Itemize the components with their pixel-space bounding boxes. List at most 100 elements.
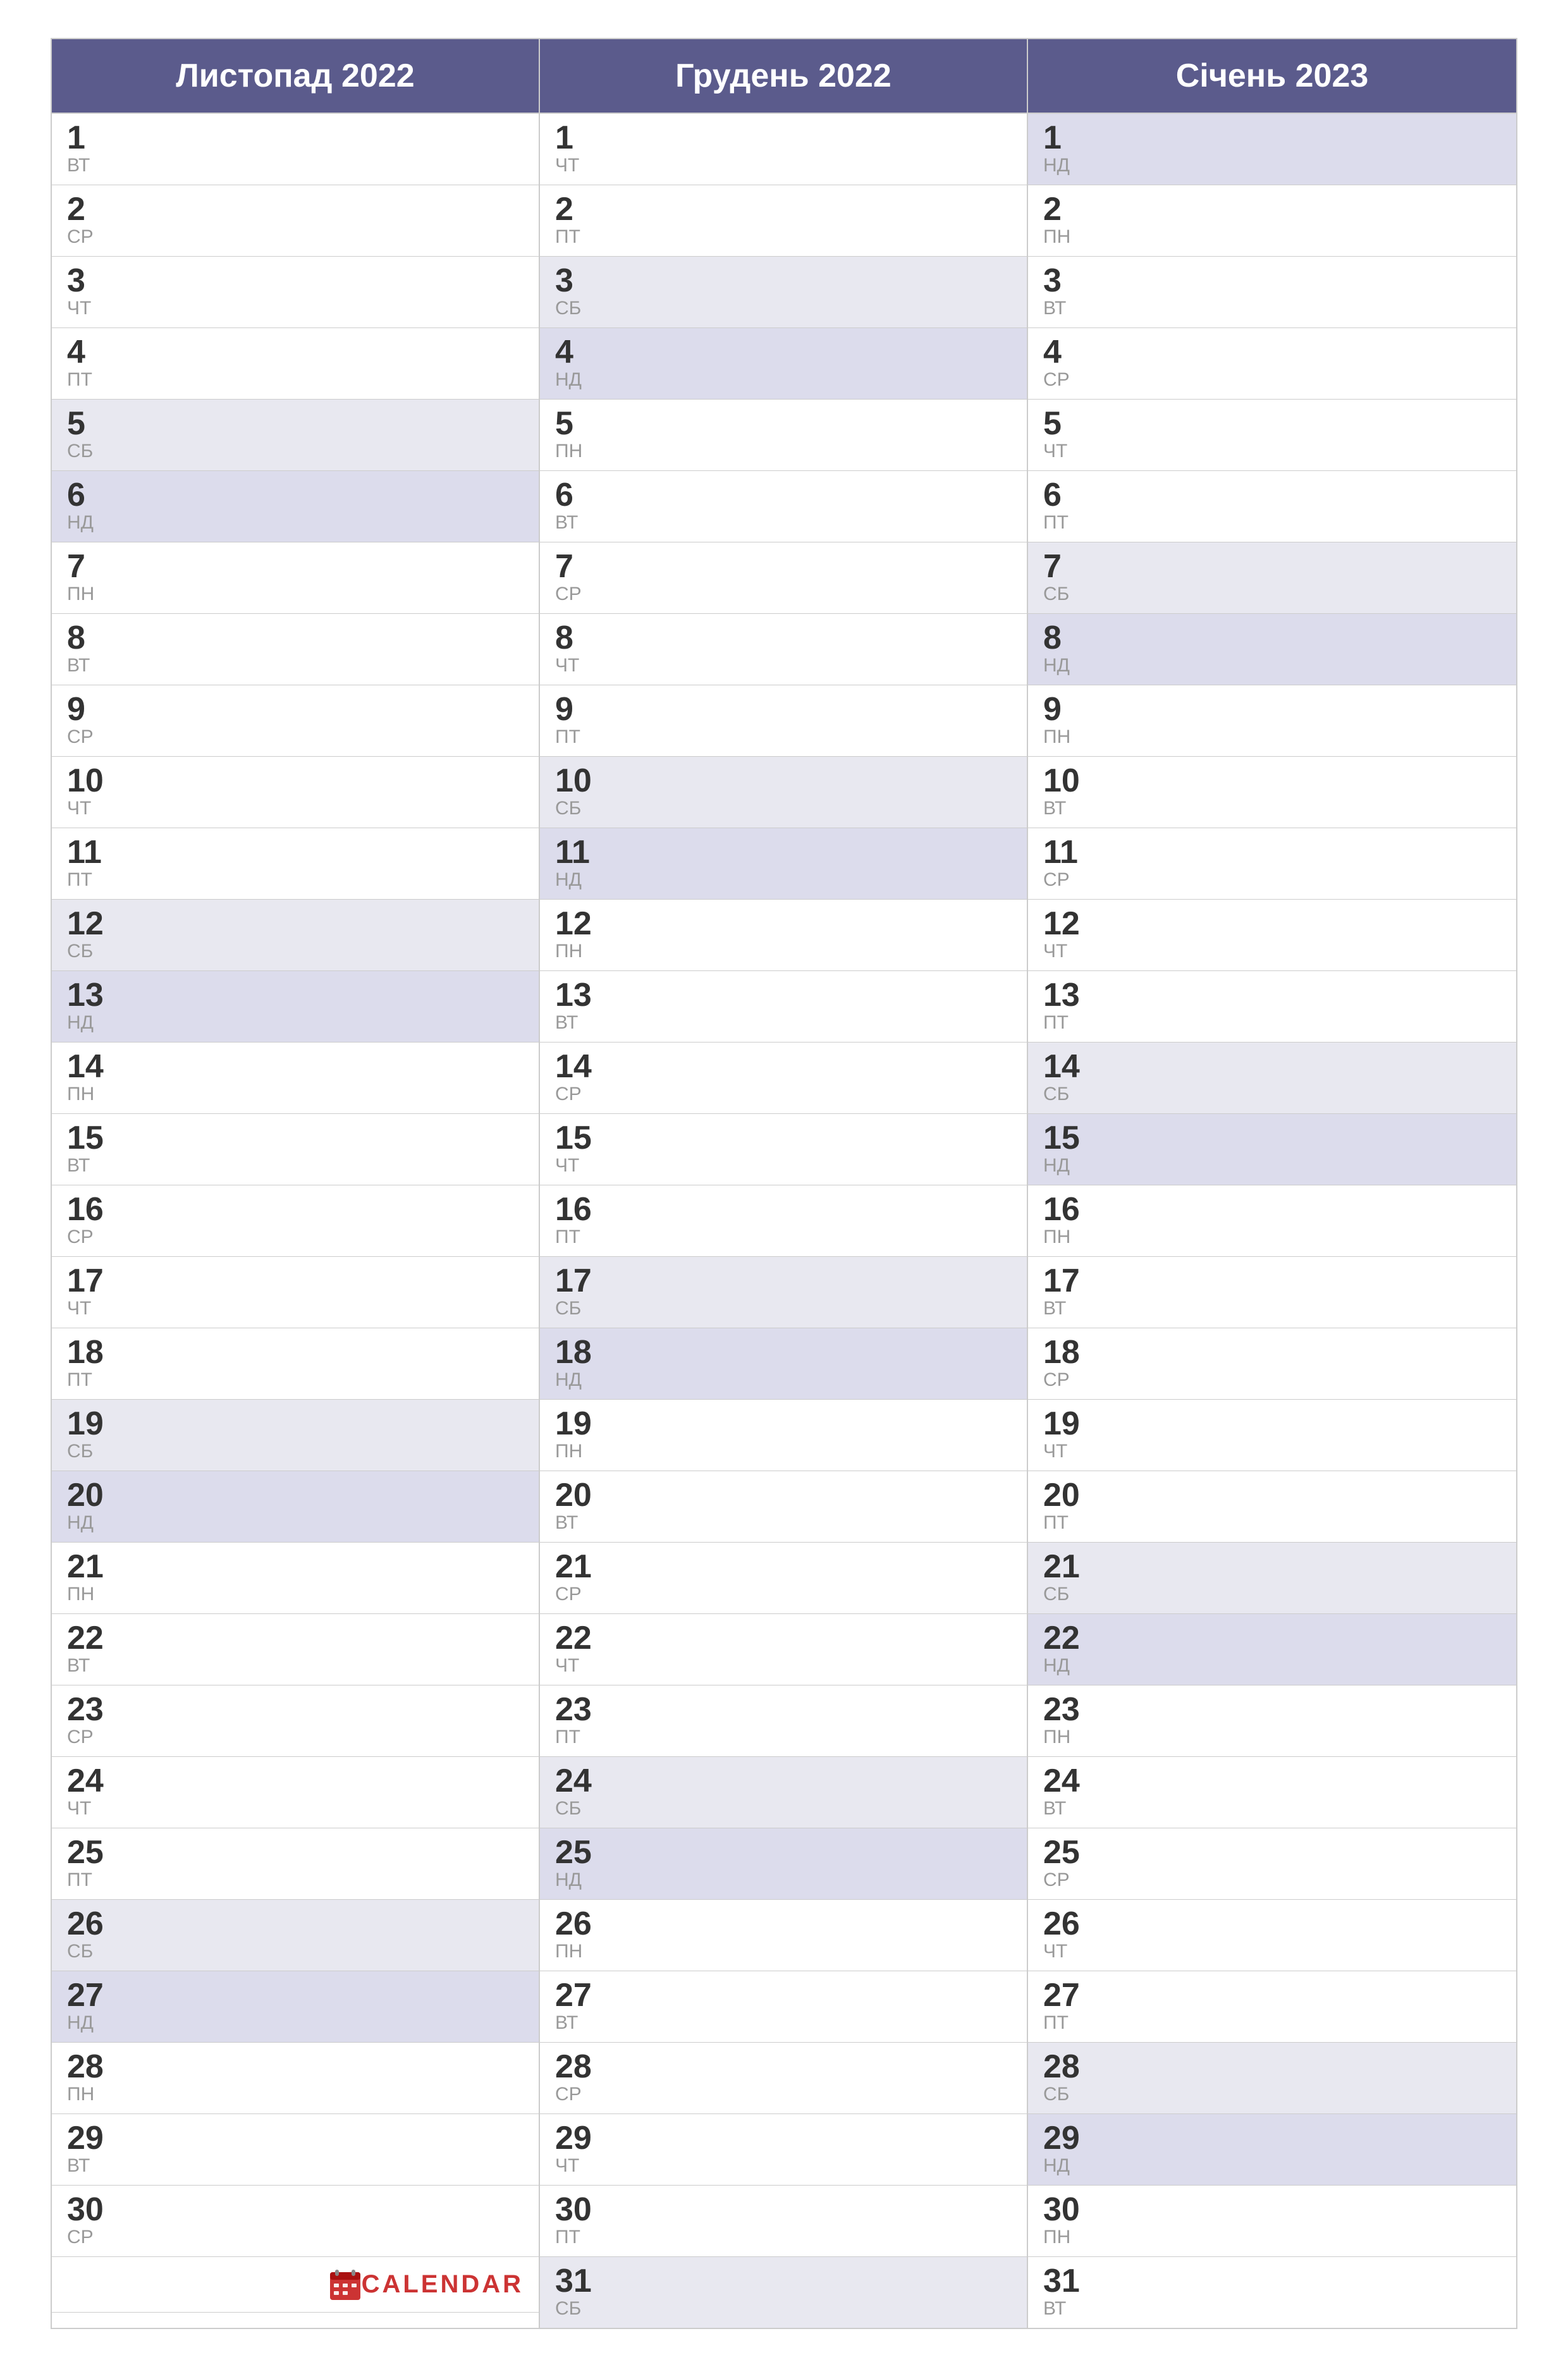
day-cell: 15НД [1043, 1122, 1080, 1177]
day-abbr: ПН [1043, 2226, 1070, 2249]
day-row: 30ПН [1028, 2186, 1516, 2257]
day-cell: 16ПН [1043, 1193, 1080, 1249]
day-cell: 10ЧТ [67, 764, 104, 820]
day-number: 7 [67, 550, 85, 583]
day-row: 5ПН [540, 400, 1027, 471]
day-cell: 14ПН [67, 1050, 104, 1106]
day-abbr: СБ [555, 1297, 581, 1320]
day-number: 19 [1043, 1407, 1080, 1440]
day-row: 27ВТ [540, 1971, 1027, 2043]
day-cell: 11СР [1043, 836, 1078, 891]
day-cell: 24ВТ [1043, 1765, 1080, 1820]
day-row: 12СБ [52, 900, 539, 971]
day-row: 20ВТ [540, 1471, 1027, 1543]
day-number: 20 [555, 1479, 592, 1512]
day-row: 12ПН [540, 900, 1027, 971]
day-row: 6ВТ [540, 471, 1027, 542]
day-abbr: ВТ [555, 2012, 578, 2034]
day-abbr: ПН [555, 940, 582, 963]
day-abbr: СР [1043, 869, 1070, 891]
day-cell: 29ВТ [67, 2122, 104, 2177]
day-cell: 21СБ [1043, 1550, 1080, 1606]
day-row: 3СБ [540, 257, 1027, 328]
day-abbr: ПН [1043, 1226, 1070, 1249]
day-cell: 30СР [67, 2193, 104, 2249]
day-number: 13 [1043, 979, 1080, 1012]
day-abbr: ПН [1043, 726, 1070, 749]
day-number: 21 [1043, 1550, 1080, 1583]
day-abbr: ВТ [1043, 1797, 1066, 1820]
day-row: 30ПТ [540, 2186, 1027, 2257]
day-row: 18СР [1028, 1328, 1516, 1400]
day-row: 4ПТ [52, 328, 539, 400]
day-abbr: ПТ [555, 726, 580, 749]
day-number: 17 [1043, 1264, 1080, 1297]
day-cell: 21ПН [67, 1550, 104, 1606]
day-row: 13НД [52, 971, 539, 1043]
day-row: 14ПН [52, 1043, 539, 1114]
day-number: 11 [1043, 836, 1078, 869]
day-cell: 13ВТ [555, 979, 592, 1034]
day-cell: 14СБ [1043, 1050, 1080, 1106]
day-row: 19СБ [52, 1400, 539, 1471]
day-cell: 26ПН [555, 1907, 592, 1963]
day-number: 30 [1043, 2193, 1080, 2226]
day-abbr: ПН [555, 1440, 582, 1463]
month-header-january: Січень 2023 [1028, 39, 1516, 114]
day-abbr: ПТ [67, 1869, 92, 1892]
day-cell: 28ПН [67, 2050, 104, 2106]
months-grid: Листопад 20221ВТ2СР3ЧТ4ПТ5СБ6НД7ПН8ВТ9СР… [51, 38, 1517, 2329]
day-cell: 2ПТ [555, 193, 580, 248]
day-abbr: СБ [555, 1797, 581, 1820]
day-number: 11 [555, 836, 590, 869]
day-abbr: НД [1043, 1654, 1070, 1677]
calendar-logo-text: CALENDAR [362, 2270, 524, 2299]
day-abbr: ПТ [555, 1226, 580, 1249]
day-row: 11СР [1028, 828, 1516, 900]
day-number: 18 [67, 1336, 104, 1369]
day-abbr: ЧТ [555, 154, 579, 177]
day-row: 29НД [1028, 2114, 1516, 2186]
day-row: 1ЧТ [540, 114, 1027, 185]
day-cell: 10СБ [555, 764, 592, 820]
day-row: 7СБ [1028, 542, 1516, 614]
day-number: 25 [1043, 1836, 1080, 1869]
day-abbr: НД [555, 869, 582, 891]
day-cell: 27ПТ [1043, 1979, 1080, 2034]
day-row: 16ПН [1028, 1185, 1516, 1257]
day-row: 15НД [1028, 1114, 1516, 1185]
day-abbr: ПН [1043, 226, 1070, 248]
day-row: 31ВТ [1028, 2257, 1516, 2328]
day-number: 12 [67, 907, 104, 940]
day-number: 25 [67, 1836, 104, 1869]
day-cell: 7СР [555, 550, 582, 606]
day-cell: 29НД [1043, 2122, 1080, 2177]
day-row: 23ПТ [540, 1685, 1027, 1757]
day-cell: 17ЧТ [67, 1264, 104, 1320]
day-abbr: ЧТ [555, 1154, 579, 1177]
day-number: 16 [1043, 1193, 1080, 1226]
day-row: 26ПН [540, 1900, 1027, 1971]
day-cell: 2ПН [1043, 193, 1070, 248]
day-row: 1НД [1028, 114, 1516, 185]
day-number: 26 [1043, 1907, 1080, 1940]
day-number: 1 [1043, 121, 1062, 154]
day-cell: 26СБ [67, 1907, 104, 1963]
day-row: 17ВТ [1028, 1257, 1516, 1328]
day-cell: 28СБ [1043, 2050, 1080, 2106]
day-number: 20 [1043, 1479, 1080, 1512]
day-row: 9ПН [1028, 685, 1516, 757]
day-number: 1 [67, 121, 85, 154]
day-abbr: СБ [555, 797, 581, 820]
day-cell: 18СР [1043, 1336, 1080, 1391]
day-abbr: ПТ [67, 369, 92, 391]
day-abbr: ПТ [1043, 1512, 1069, 1534]
day-abbr: СР [1043, 1869, 1070, 1892]
day-cell: 13НД [67, 979, 104, 1034]
day-number: 12 [555, 907, 592, 940]
day-cell: 25НД [555, 1836, 592, 1892]
day-cell: 12ПН [555, 907, 592, 963]
day-number: 24 [67, 1765, 104, 1797]
day-number: 22 [67, 1622, 104, 1654]
day-cell: 9ПН [1043, 693, 1070, 749]
